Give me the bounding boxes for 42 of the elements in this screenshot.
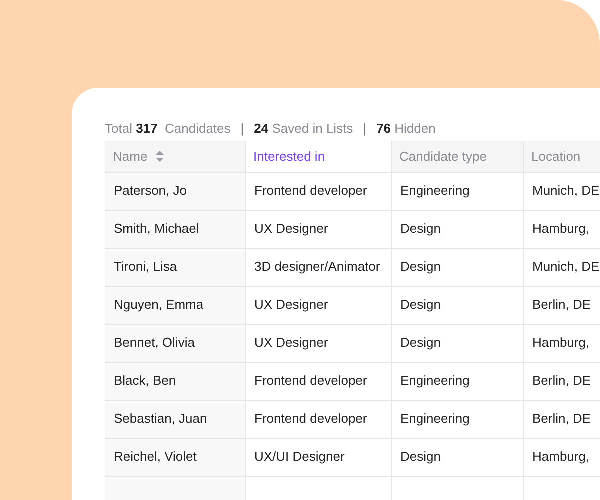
table-cell: Design	[391, 324, 523, 362]
sort-icon[interactable]	[156, 150, 164, 162]
table-cell: Hamburg,	[523, 438, 600, 476]
table-cell: Design	[391, 210, 523, 248]
table-cell: Nguyen, Emma	[105, 286, 245, 324]
table-cell: Design	[391, 248, 523, 286]
table-cell: Frontend developer	[245, 400, 391, 438]
summary-count: 76 Hidden	[376, 120, 436, 138]
table-cell: UX Designer	[245, 210, 391, 248]
table-cell: Engineering	[391, 362, 523, 400]
table-cell: UX Designer	[245, 286, 391, 324]
table-cell: Smith, Michael	[105, 210, 245, 248]
column-header[interactable]: Interested in	[245, 141, 391, 172]
table-cell: Munich, DE	[523, 172, 600, 210]
table-cell: 3D designer/Animator	[245, 248, 391, 286]
table-cell: Frontend developer	[245, 172, 391, 210]
table-cell: Design	[391, 438, 523, 476]
table-cell: Tironi, Lisa	[105, 248, 245, 286]
table-cell: Bennet, Olivia	[105, 324, 245, 362]
table-cell: Hamburg,	[523, 210, 600, 248]
table-cell: Design	[391, 286, 523, 324]
table-cell: Reichel, Violet	[105, 438, 245, 476]
table-cell: Munich, DE	[523, 248, 600, 286]
separator: |	[363, 120, 367, 138]
table-cell: Berlin, DE	[523, 286, 600, 324]
summary-count: Total 317 Candidates	[105, 120, 231, 138]
table-cell: Berlin, DE	[523, 362, 600, 400]
table-cell: Engineering	[391, 172, 523, 210]
table-cell: Paterson, Jo	[105, 172, 245, 210]
table-cell: Black, Ben	[105, 362, 245, 400]
separator: |	[240, 120, 244, 138]
table-cell: Sebastian, Juan	[105, 400, 245, 438]
table-cell: Engineering	[391, 400, 523, 438]
column-header[interactable]: Location	[523, 141, 600, 172]
column-header[interactable]: Candidate type	[391, 141, 523, 172]
table-cell: Hamburg,	[523, 324, 600, 362]
table-cell: UX/UI Designer	[245, 438, 391, 476]
table-cell: UX Designer	[245, 324, 391, 362]
summary-count: 24 Saved in Lists	[254, 120, 354, 138]
table-cell: Berlin, DE	[523, 400, 600, 438]
column-header[interactable]: Name	[105, 141, 245, 172]
table-cell: Frontend developer	[245, 362, 391, 400]
